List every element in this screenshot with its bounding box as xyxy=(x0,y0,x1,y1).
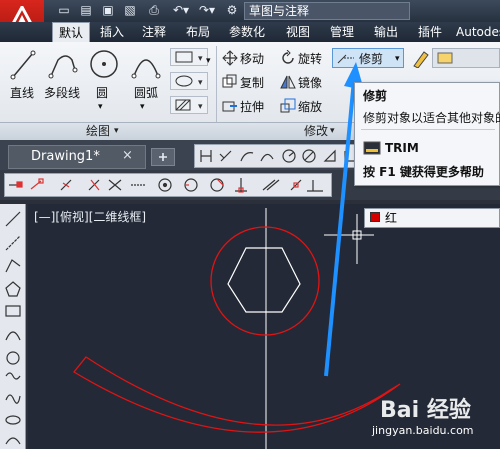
file-tab-name: Drawing1* xyxy=(31,149,100,164)
draw-toolbar-vertical xyxy=(0,204,26,449)
redo-icon[interactable]: ↷▾ xyxy=(196,3,218,18)
svg-text:▾: ▾ xyxy=(198,102,203,112)
layer-state-dropdown[interactable] xyxy=(432,48,500,68)
tab-layout[interactable]: 布局 xyxy=(180,22,216,42)
tooltip-title: 修剪 xyxy=(363,89,388,103)
line-button-label[interactable]: 直线 xyxy=(10,86,34,100)
tab-output[interactable]: 输出 xyxy=(368,22,404,42)
ellipse-icon: ▾ xyxy=(175,75,203,88)
baidu-watermark-logo: Bai 经验 xyxy=(380,398,471,423)
save-as-icon[interactable]: ▧ xyxy=(122,3,138,18)
object-snap-icons xyxy=(9,178,323,193)
arc-dropdown-icon[interactable]: ▾ xyxy=(140,100,145,114)
layer-name: 红 xyxy=(385,211,398,225)
line-icon[interactable] xyxy=(10,50,36,80)
move-button[interactable]: 移动 xyxy=(240,52,264,66)
tab-manage[interactable]: 管理 xyxy=(324,22,360,42)
circle-button-label[interactable]: 圆 xyxy=(96,86,108,100)
save-icon[interactable]: ▣ xyxy=(100,3,116,18)
hatch-icon: ▾ xyxy=(175,99,203,112)
print-icon[interactable]: ⎙ xyxy=(146,3,162,18)
file-tab-close-icon[interactable]: × xyxy=(122,148,133,163)
trim-tooltip: 修剪 修剪对象以适合其他对象的 TRIM 按 F1 键获得更多帮助 xyxy=(354,82,500,186)
rectangle-icon: ▾ xyxy=(175,51,203,64)
layer-dropdown[interactable]: 红 xyxy=(364,208,500,228)
polyline-icon[interactable] xyxy=(48,50,78,80)
rectangle-button[interactable]: ▾ xyxy=(170,48,208,66)
scale-icon[interactable] xyxy=(280,98,296,114)
viewport-controls[interactable]: [—][俯视][二维线框] xyxy=(34,208,146,225)
draw-panel-expand-icon[interactable]: ▾ xyxy=(114,122,119,140)
layer-icon xyxy=(437,52,453,64)
arc-button-label[interactable]: 圆弧 xyxy=(134,86,158,100)
draw-toolbar-icons xyxy=(5,211,21,445)
stretch-icon[interactable] xyxy=(222,98,238,114)
tab-parametric[interactable]: 参数化 xyxy=(222,22,272,42)
draw-more-icon[interactable]: ▾ xyxy=(206,54,211,68)
move-icon[interactable] xyxy=(222,50,238,66)
baidu-watermark-url: jingyan.baidu.com xyxy=(372,424,474,437)
erase-icon[interactable] xyxy=(410,50,430,68)
workspace-gear-icon[interactable]: ⚙ xyxy=(224,3,240,18)
svg-text:▾: ▾ xyxy=(198,78,203,88)
polyline-button-label[interactable]: 多段线 xyxy=(44,86,80,100)
copy-button[interactable]: 复制 xyxy=(240,76,264,90)
rotate-icon[interactable] xyxy=(280,50,296,66)
red-circle[interactable] xyxy=(210,226,320,336)
hexagon-shape[interactable] xyxy=(227,247,301,313)
hatch-button[interactable]: ▾ xyxy=(170,72,208,90)
undo-icon[interactable]: ↶▾ xyxy=(170,3,192,18)
tooltip-divider xyxy=(361,129,495,130)
tab-view[interactable]: 视图 xyxy=(280,22,316,42)
layer-color-swatch xyxy=(370,212,380,222)
new-file-icon[interactable]: ▭ xyxy=(56,3,72,18)
new-tab-button[interactable] xyxy=(151,148,175,166)
tooltip-command: TRIM xyxy=(385,141,419,155)
stretch-button[interactable]: 拉伸 xyxy=(240,100,264,114)
plus-icon xyxy=(159,153,167,161)
copy-icon[interactable] xyxy=(222,74,238,90)
hatch-pattern-button[interactable]: ▾ xyxy=(170,96,208,114)
open-folder-icon[interactable]: ▤ xyxy=(78,3,94,18)
tab-annotate[interactable]: 注释 xyxy=(136,22,172,42)
workspace-dropdown[interactable]: 草图与注释 xyxy=(244,2,410,20)
circle-icon[interactable] xyxy=(88,48,120,80)
svg-text:▾: ▾ xyxy=(198,54,203,64)
mirror-icon[interactable] xyxy=(280,74,296,90)
draw-panel-label[interactable]: 绘图 xyxy=(86,122,110,140)
arc-icon[interactable] xyxy=(130,50,162,80)
object-snap-toolbar xyxy=(4,173,332,197)
trim-dropdown-icon[interactable]: ▾ xyxy=(395,52,400,66)
circle-dropdown-icon[interactable]: ▾ xyxy=(98,100,103,114)
tooltip-help-text: 按 F1 键获得更多帮助 xyxy=(363,165,484,179)
tooltip-description: 修剪对象以适合其他对象的 xyxy=(363,111,500,125)
tab-plugins[interactable]: 插件 xyxy=(412,22,448,42)
tab-home[interactable]: 默认 xyxy=(52,22,90,42)
tab-autodesk[interactable]: Autodesk xyxy=(456,22,500,42)
tab-insert[interactable]: 插入 xyxy=(94,22,130,42)
command-icon xyxy=(363,141,381,155)
